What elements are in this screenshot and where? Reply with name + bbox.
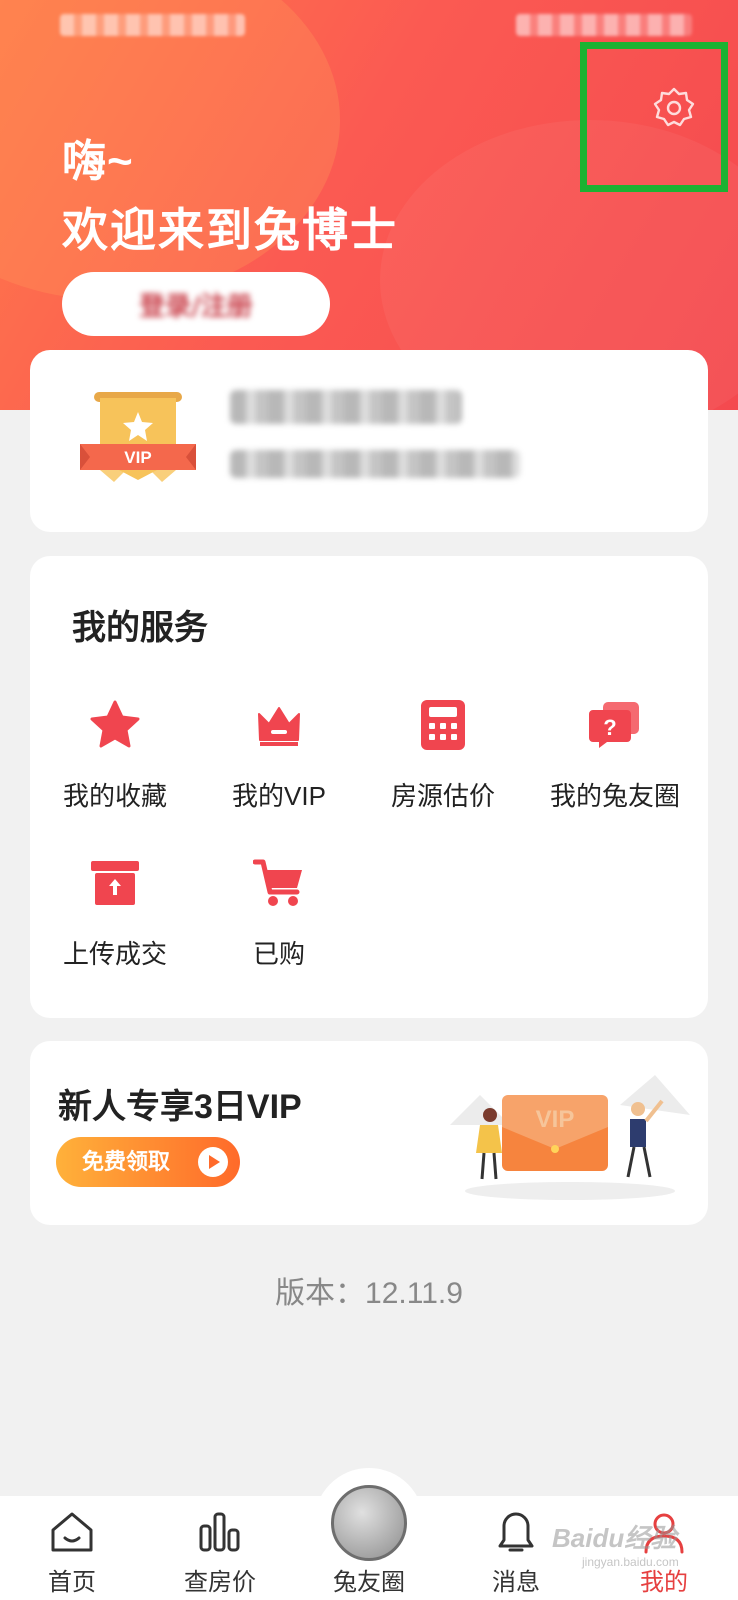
service-label: 上传成交 [62,939,167,969]
gear-icon [653,87,695,127]
status-bar-left-blurred [60,14,245,36]
tab-label: 首页 [48,1569,96,1596]
service-favorites[interactable]: 我的收藏 [30,694,200,813]
service-label: 我的收藏 [62,781,167,811]
vip-envelope-illustration: VIP [450,1075,690,1200]
login-register-button[interactable]: 登录/注册 [62,272,330,336]
service-my-rabbit-circle[interactable]: ? 我的兔友圈 [530,694,700,813]
settings-button[interactable] [580,42,728,192]
vip-subtitle-blurred [230,450,520,478]
tab-rabbit-circle[interactable]: 兔友圈 [309,1496,429,1600]
service-purchased[interactable]: 已购 [194,852,364,971]
welcome-title: 欢迎来到兔博士 [62,204,398,256]
service-valuation[interactable]: 房源估价 [358,694,528,813]
promo-title: 新人专享3日VIP [58,1088,302,1126]
bell-icon [498,1512,534,1552]
vip-info-card[interactable]: VIP [30,350,708,532]
svg-text:?: ? [603,715,616,740]
tab-home[interactable]: 首页 [12,1496,132,1600]
service-label: 房源估价 [390,781,495,811]
bottom-tab-bar: 首页 查房价 兔友圈 消息 我的 Baidu经验 jingyan.baidu.c… [0,1468,738,1600]
crown-icon [258,707,300,746]
services-title: 我的服务 [72,609,208,647]
home-icon [51,1512,93,1552]
cart-icon [253,859,302,906]
my-services-card: 我的服务 我的收藏 我的VIP 房源估价 ? 我的兔友圈 上传成交 已购 [30,556,708,1018]
tab-label: 查房价 [184,1569,256,1596]
app-version: 版本：12.11.9 [275,1277,463,1310]
vip-badge-icon: VIP [80,392,196,482]
vip-title-blurred [230,390,462,424]
tab-label: 兔友圈 [333,1569,405,1596]
baidu-watermark: Baidu经验 jingyan.baidu.com [552,1523,679,1569]
service-upload-deal[interactable]: 上传成交 [30,852,200,971]
greeting-text: 嗨~ [62,137,134,186]
question-chat-icon: ? [589,702,639,748]
calculator-icon [421,700,465,750]
free-claim-label: 免费领取 [82,1149,171,1174]
play-arrow-icon [198,1147,228,1177]
service-label: 我的VIP [232,781,326,811]
star-icon [90,700,140,748]
tab-house-price[interactable]: 查房价 [160,1496,280,1600]
svg-text:VIP: VIP [124,448,151,467]
service-label: 已购 [252,939,305,969]
bar-chart-icon [199,1512,240,1552]
new-user-vip-promo-card[interactable]: 新人专享3日VIP 免费领取 VIP [30,1041,708,1225]
svg-text:VIP: VIP [536,1106,575,1133]
service-label: 我的兔友圈 [549,781,680,811]
free-claim-button[interactable]: 免费领取 [56,1137,240,1187]
service-my-vip[interactable]: 我的VIP [194,694,364,813]
login-register-label: 登录/注册 [139,291,253,322]
status-bar-right-blurred [516,14,692,36]
upload-box-icon [91,861,139,905]
